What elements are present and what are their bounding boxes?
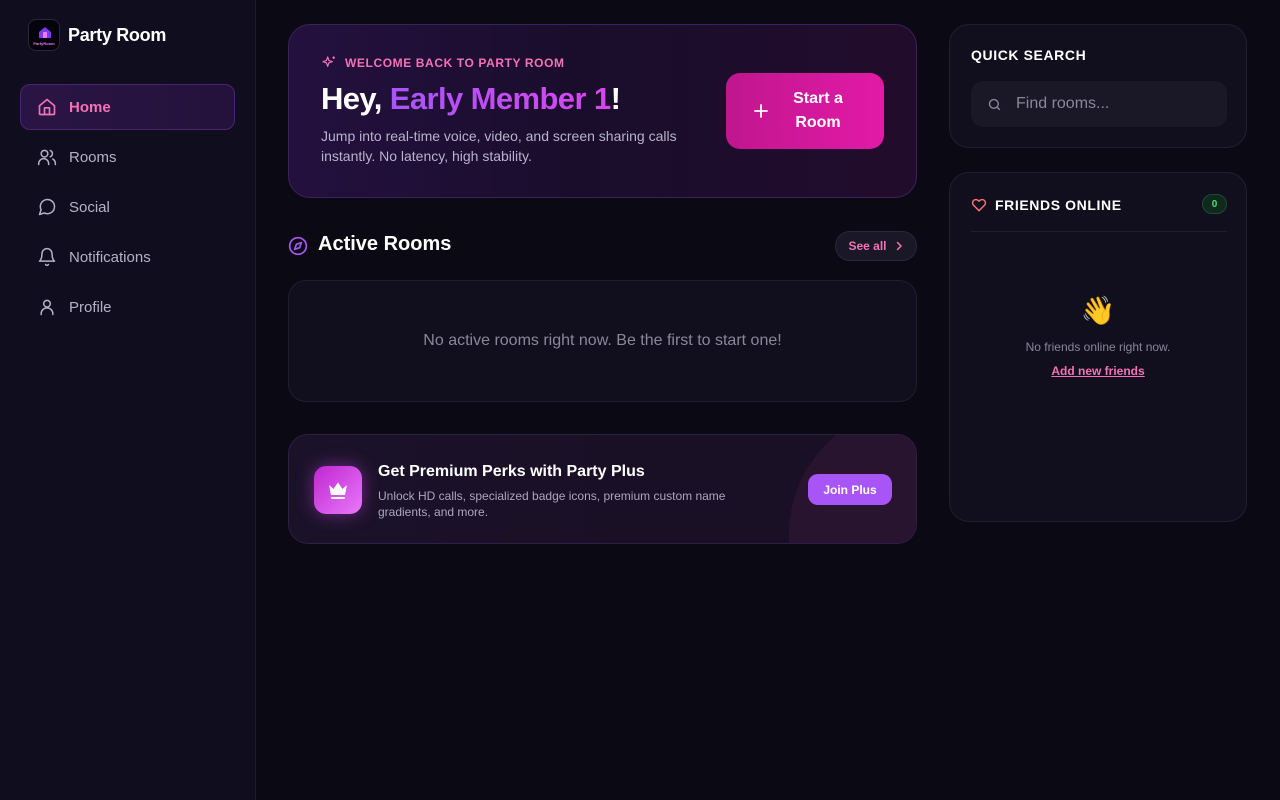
sidebar-item-home[interactable]: Home	[20, 84, 235, 130]
greeting-prefix: Hey,	[321, 81, 390, 116]
premium-banner: Get Premium Perks with Party Plus Unlock…	[288, 434, 917, 544]
empty-rooms-text: No active rooms right now. Be the first …	[423, 332, 782, 349]
chevron-right-icon	[896, 241, 902, 251]
quick-search-title: QUICK SEARCH	[971, 47, 1087, 63]
brand[interactable]: PartyRoom Party Room	[28, 19, 166, 51]
house-logo-icon	[39, 27, 51, 38]
add-friends-link[interactable]: Add new friends	[950, 364, 1246, 378]
search-icon	[988, 98, 1001, 110]
sidebar-item-profile[interactable]: Profile	[20, 284, 235, 330]
sidebar-item-label: Profile	[69, 298, 112, 316]
sidebar-item-label: Rooms	[69, 148, 117, 166]
no-friends-text: No friends online right now.	[1025, 340, 1171, 354]
heart-icon	[971, 198, 987, 212]
sidebar-nav: Home Rooms Social Notifications Profile	[20, 84, 235, 334]
logo-text: PartyRoom	[33, 41, 55, 46]
app-root: PartyRoom Party Room Home Rooms Social N…	[0, 0, 1280, 800]
active-rooms-header: Active Rooms See all	[288, 231, 917, 261]
friends-online-title: FRIENDS ONLINE	[995, 197, 1122, 213]
sidebar: PartyRoom Party Room Home Rooms Social N…	[0, 0, 256, 800]
sidebar-item-rooms[interactable]: Rooms	[20, 134, 235, 180]
kicker-text: WELCOME BACK TO PARTY ROOM	[345, 56, 565, 70]
party-room-logo: PartyRoom	[28, 19, 60, 51]
brand-name: Party Room	[68, 24, 167, 45]
premium-description: Unlock HD calls, specialized badge icons…	[378, 489, 726, 519]
user-icon	[37, 297, 57, 317]
users-icon	[37, 147, 57, 167]
chat-bubble-icon	[37, 197, 57, 217]
user-name: Early Member 1	[389, 81, 611, 116]
divider	[971, 231, 1227, 232]
quick-search-card: QUICK SEARCH	[949, 24, 1247, 148]
sidebar-item-label: Social	[69, 198, 110, 216]
sparkles-icon	[322, 56, 335, 67]
active-rooms-empty-state: No active rooms right now. Be the first …	[288, 280, 917, 402]
welcome-description: Jump into real-time voice, video, and sc…	[321, 128, 677, 164]
search-input[interactable]	[1016, 95, 1216, 113]
online-count-badge: 0	[1202, 194, 1227, 214]
sidebar-item-notifications[interactable]: Notifications	[20, 234, 235, 280]
greeting-suffix: !	[610, 81, 621, 116]
join-plus-button[interactable]: Join Plus	[808, 474, 892, 505]
see-all-button[interactable]: See all	[835, 231, 917, 261]
home-icon	[37, 97, 57, 117]
plus-icon	[754, 104, 768, 118]
sidebar-item-social[interactable]: Social	[20, 184, 235, 230]
waving-hand-icon: 👋	[1080, 295, 1116, 326]
sidebar-item-label: Home	[69, 98, 111, 116]
crown-icon	[329, 482, 347, 499]
friends-online-card: FRIENDS ONLINE 0 👋 No friends online rig…	[949, 172, 1247, 522]
search-box[interactable]	[971, 81, 1227, 127]
welcome-kicker: WELCOME BACK TO PARTY ROOM	[321, 55, 565, 71]
sidebar-item-label: Notifications	[69, 248, 151, 266]
compass-icon	[288, 236, 308, 256]
start-room-label: Start a Room	[793, 90, 843, 131]
crown-badge	[314, 466, 362, 514]
friends-online-header: FRIENDS ONLINE 0	[971, 194, 1227, 215]
greeting-title: Hey, Early Member 1!	[321, 81, 621, 117]
bell-icon	[37, 247, 57, 267]
start-room-button[interactable]: Start a Room	[726, 73, 884, 149]
see-all-label: See all	[848, 239, 887, 253]
premium-title: Get Premium Perks with Party Plus	[378, 463, 645, 480]
welcome-banner: WELCOME BACK TO PARTY ROOM Hey, Early Me…	[288, 24, 917, 198]
active-rooms-title: Active Rooms	[318, 233, 452, 255]
